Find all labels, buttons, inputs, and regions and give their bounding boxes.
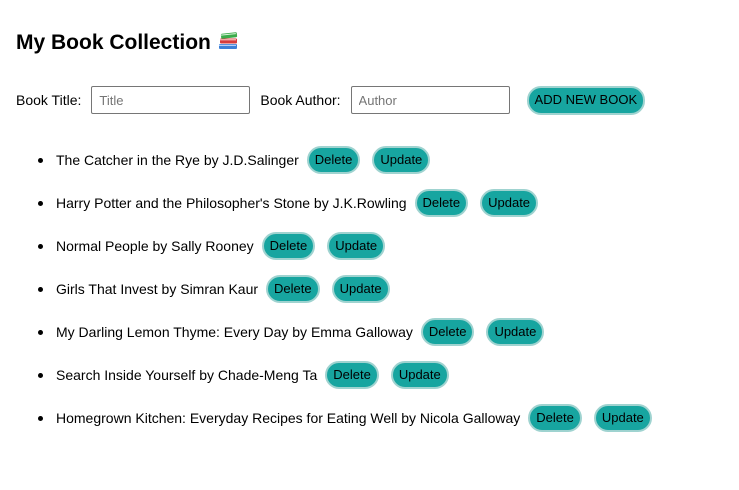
update-button[interactable]: Update	[327, 232, 386, 260]
book-title-label: Book Title:	[16, 92, 82, 108]
bullet-icon	[38, 416, 43, 421]
book-author-label: Book Author:	[260, 92, 341, 108]
delete-button[interactable]: Delete	[306, 146, 361, 174]
book-collection-app: My Book Collection Book Title: Book Auth…	[0, 0, 739, 490]
add-book-form: Book Title: Book Author: ADD NEW BOOK	[16, 85, 646, 115]
bullet-icon	[38, 201, 43, 206]
book-entry-text: Girls That Invest by Simran Kaur	[56, 281, 259, 297]
add-new-book-button[interactable]: ADD NEW BOOK	[526, 85, 646, 115]
book-list-item: Search Inside Yourself by Chade-Meng Ta …	[0, 361, 652, 389]
page-title-row: My Book Collection	[16, 30, 239, 56]
book-entry-text: Homegrown Kitchen: Everyday Recipes for …	[56, 410, 521, 426]
bullet-icon	[38, 287, 43, 292]
book-list-item: Girls That Invest by Simran Kaur Delete …	[0, 275, 652, 303]
book-list-item: My Darling Lemon Thyme: Every Day by Emm…	[0, 318, 652, 346]
bullet-icon	[38, 244, 43, 249]
book-list-item: The Catcher in the Rye by J.D.Salinger D…	[0, 146, 652, 174]
book-author-input[interactable]	[350, 86, 510, 114]
bullet-icon	[38, 373, 43, 378]
update-button[interactable]: Update	[593, 404, 652, 432]
books-icon	[218, 32, 239, 50]
update-button[interactable]: Update	[331, 275, 390, 303]
update-button[interactable]: Update	[390, 361, 449, 389]
update-button[interactable]: Update	[372, 146, 431, 174]
delete-button[interactable]: Delete	[266, 275, 320, 303]
delete-button[interactable]: Delete	[325, 361, 379, 389]
bullet-icon	[38, 330, 43, 335]
page-title: My Book Collection	[16, 31, 211, 54]
book-list-item: Normal People by Sally Rooney Delete Upd…	[0, 232, 652, 260]
update-button[interactable]: Update	[486, 318, 545, 346]
book-entry-text: My Darling Lemon Thyme: Every Day by Emm…	[56, 324, 413, 340]
delete-button[interactable]: Delete	[528, 404, 582, 432]
delete-button[interactable]: Delete	[261, 232, 316, 260]
book-entry-text: Harry Potter and the Philosopher's Stone…	[56, 195, 407, 211]
bullet-icon	[38, 158, 43, 163]
book-list-item: Homegrown Kitchen: Everyday Recipes for …	[0, 404, 652, 432]
delete-button[interactable]: Delete	[414, 189, 469, 217]
book-list-item: Harry Potter and the Philosopher's Stone…	[0, 189, 652, 217]
book-entry-text: Normal People by Sally Rooney	[56, 238, 254, 254]
update-button[interactable]: Update	[480, 189, 539, 217]
delete-button[interactable]: Delete	[420, 318, 475, 346]
book-title-input[interactable]	[91, 86, 251, 114]
book-entry-text: The Catcher in the Rye by J.D.Salinger	[56, 152, 299, 168]
book-list: The Catcher in the Rye by J.D.Salinger D…	[0, 146, 652, 447]
book-entry-text: Search Inside Yourself by Chade-Meng Ta	[56, 367, 318, 383]
